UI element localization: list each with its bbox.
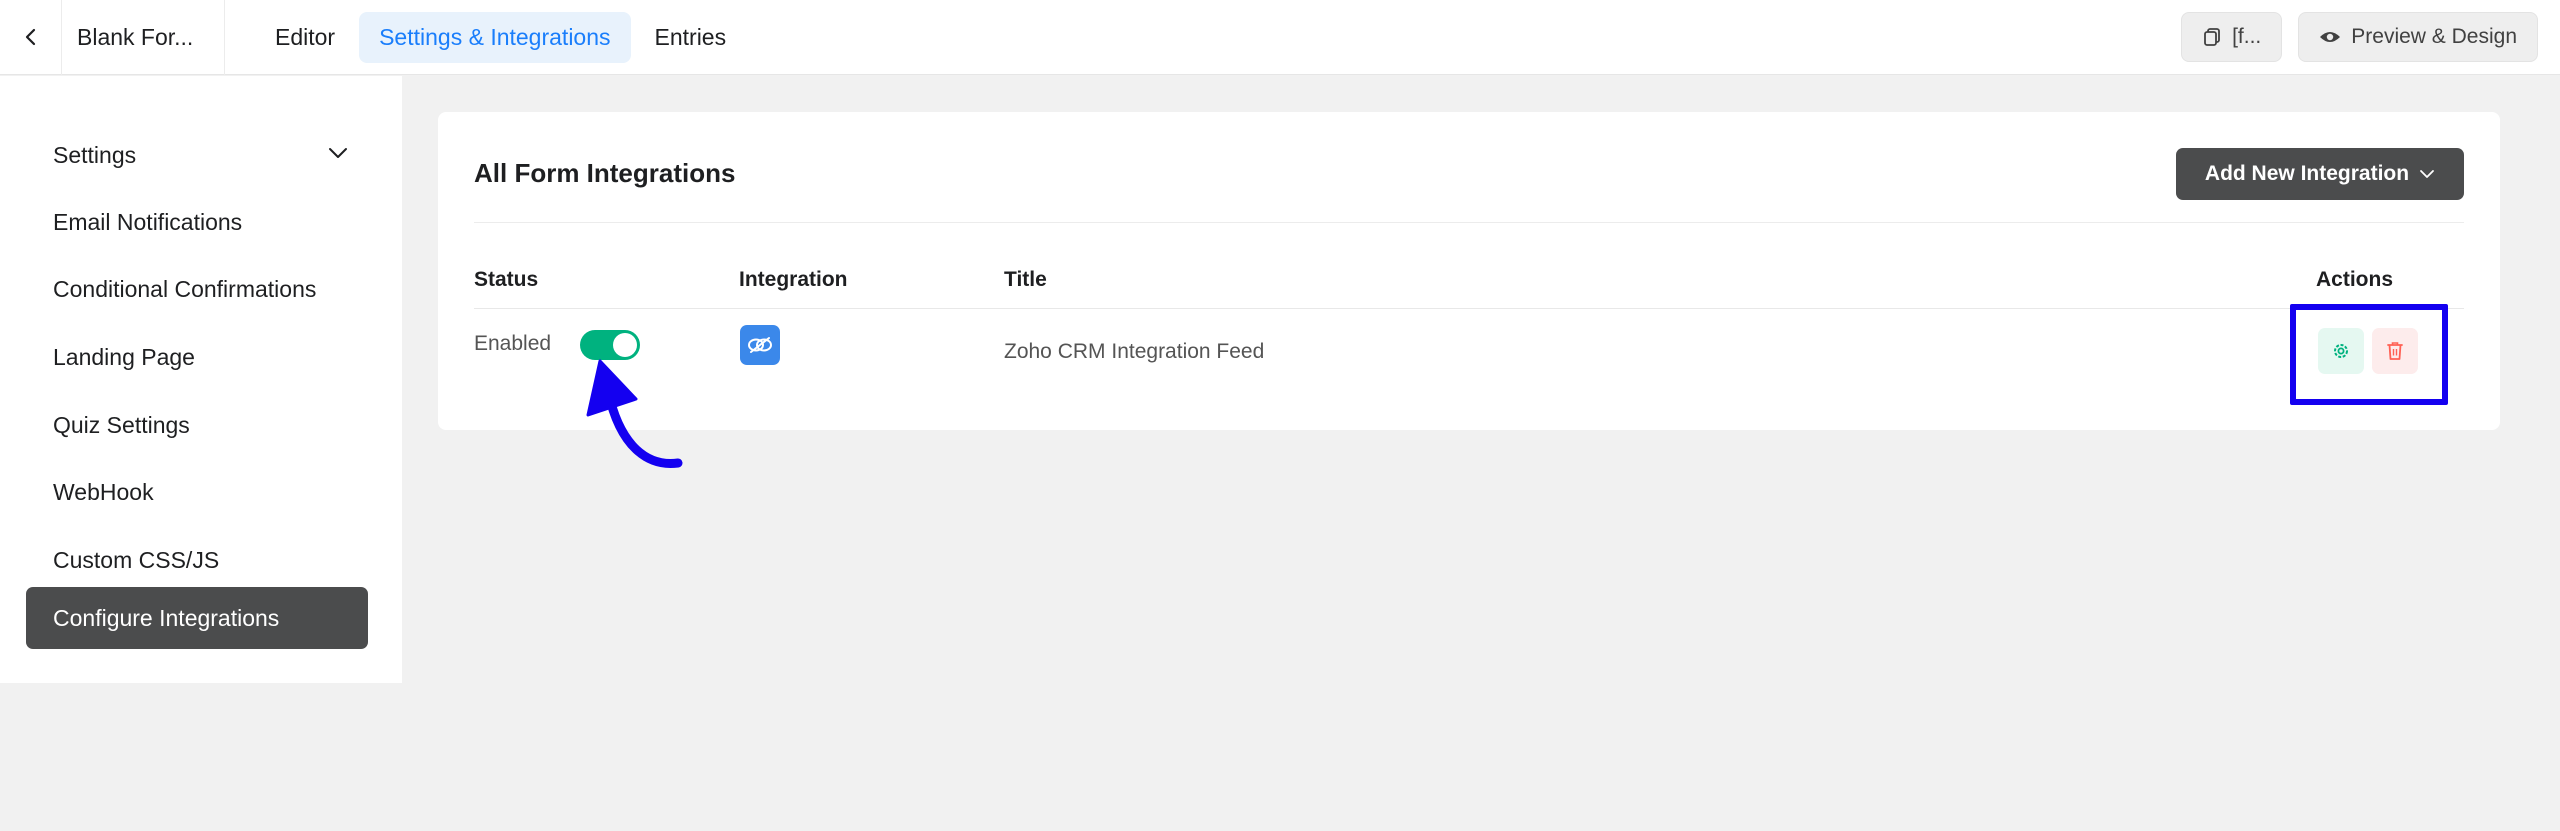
sidebar-item-webhook[interactable]: WebHook <box>26 461 368 523</box>
sidebar-item-label: Email Notifications <box>53 208 243 235</box>
sidebar-item-label: WebHook <box>53 478 154 505</box>
column-header-actions: Actions <box>2316 268 2394 291</box>
sidebar-item-custom-css-js[interactable]: Custom CSS/JS <box>26 529 368 591</box>
preview-design-label: Preview & Design <box>2351 25 2517 48</box>
integration-logo <box>740 325 780 365</box>
column-header-title: Title <box>1004 268 1047 291</box>
status-text: Enabled <box>474 332 552 355</box>
sidebar-item-quiz-settings[interactable]: Quiz Settings <box>26 394 368 456</box>
link-icon <box>748 337 772 353</box>
preview-design-button[interactable]: Preview & Design <box>2298 12 2538 62</box>
shortcode-button[interactable]: [f... <box>2181 12 2283 62</box>
add-new-integration-label: Add New Integration <box>2204 162 2410 185</box>
sidebar-item-label: Quiz Settings <box>53 411 190 438</box>
sidebar-item-label: Settings <box>53 141 137 168</box>
chevron-left-icon <box>25 28 35 46</box>
divider <box>474 222 2464 223</box>
arrow-annotation-icon <box>586 359 683 468</box>
sidebar-item-label: Configure Integrations <box>53 604 280 631</box>
tab-settings-integrations[interactable]: Settings & Integrations <box>359 11 631 63</box>
add-new-integration-button[interactable]: Add New Integration <box>2176 148 2464 200</box>
copy-icon <box>2204 28 2220 46</box>
tab-entries[interactable]: Entries <box>635 12 747 63</box>
sidebar-item-configure-integrations[interactable]: Configure Integrations <box>26 587 368 649</box>
back-button[interactable] <box>0 0 62 75</box>
integration-title: Zoho CRM Integration Feed <box>1004 340 1265 363</box>
column-header-integration: Integration <box>739 268 848 291</box>
sidebar-item-label: Conditional Confirmations <box>53 275 317 302</box>
nav-tabs: Editor Settings & Integrations Entries <box>255 11 747 63</box>
divider <box>474 308 2464 309</box>
chevron-down-icon <box>329 148 347 158</box>
sidebar-item-label: Landing Page <box>53 343 195 370</box>
tab-editor[interactable]: Editor <box>255 12 355 63</box>
sidebar-item-settings[interactable]: Settings <box>26 124 368 186</box>
toggle-knob <box>613 333 637 357</box>
eye-icon <box>2320 32 2341 42</box>
form-name[interactable]: Blank For... <box>62 0 225 75</box>
chevron-down-icon <box>2420 170 2434 178</box>
actions-highlight-annotation <box>2290 304 2448 405</box>
sidebar-item-conditional-confirmations[interactable]: Conditional Confirmations <box>26 258 368 320</box>
sidebar-item-email-notifications[interactable]: Email Notifications <box>26 191 368 253</box>
settings-sidebar: Settings Email Notifications Conditional… <box>0 76 402 683</box>
column-header-status: Status <box>474 268 539 291</box>
sidebar-item-label: Custom CSS/JS <box>53 546 220 573</box>
shortcode-label: [f... <box>2232 25 2262 48</box>
sidebar-item-landing-page[interactable]: Landing Page <box>26 326 368 388</box>
top-bar: Blank For... Editor Settings & Integrati… <box>0 0 2560 75</box>
integrations-card: All Form Integrations Add New Integratio… <box>438 112 2500 430</box>
page-title: All Form Integrations <box>474 158 736 188</box>
